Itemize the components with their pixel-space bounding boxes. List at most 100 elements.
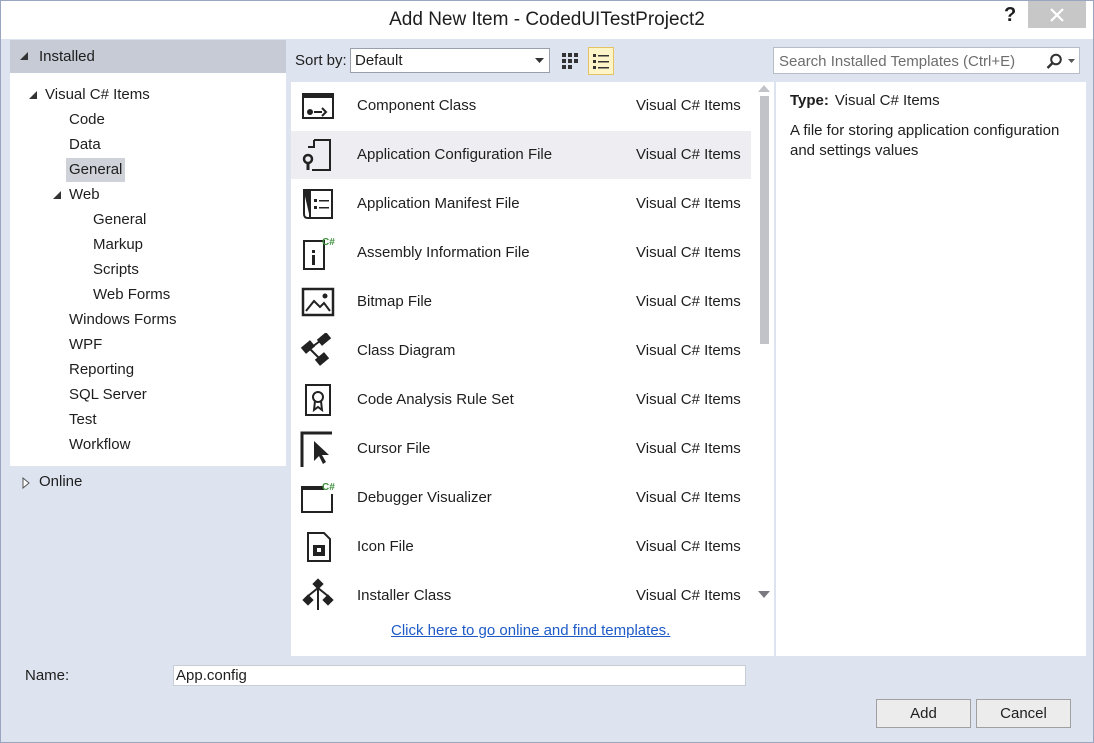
expand-triangle-icon[interactable] <box>52 190 62 200</box>
template-language: Visual C# Items <box>636 440 741 457</box>
template-row[interactable]: Code Analysis Rule Set Visual C# Items <box>291 376 751 424</box>
rule-set-icon <box>305 384 331 416</box>
bitmap-file-icon <box>301 287 335 317</box>
template-detail-pane: Type: Visual C# Items A file for storing … <box>776 82 1086 656</box>
manifest-file-icon <box>303 189 333 219</box>
grid-view-icon <box>562 53 578 69</box>
template-type: Type: Visual C# Items <box>790 92 940 109</box>
svg-text:C#: C# <box>322 237 335 248</box>
template-row[interactable]: Installer Class Visual C# Items <box>291 572 751 620</box>
add-button[interactable]: Add <box>876 699 971 728</box>
close-button[interactable] <box>1028 1 1086 28</box>
template-language: Visual C# Items <box>636 195 741 212</box>
template-row[interactable]: Application Manifest File Visual C# Item… <box>291 180 751 228</box>
online-node[interactable]: Online <box>39 473 82 490</box>
component-class-icon <box>302 93 334 119</box>
installer-class-icon <box>302 578 334 610</box>
help-button[interactable]: ? <box>1004 4 1016 27</box>
config-file-icon <box>302 139 331 171</box>
template-language: Visual C# Items <box>636 293 741 310</box>
template-name: Debugger Visualizer <box>357 489 492 506</box>
chevron-down-icon <box>535 58 544 63</box>
tree-node-web[interactable]: Web <box>69 183 100 207</box>
type-label: Type: <box>790 92 829 109</box>
tree-node-scripts[interactable]: Scripts <box>93 258 139 282</box>
template-name: Assembly Information File <box>357 244 530 261</box>
svg-text:C#: C# <box>322 482 335 493</box>
template-name: Application Manifest File <box>357 195 520 212</box>
tree-node-web-forms[interactable]: Web Forms <box>93 283 170 307</box>
title-bar: Add New Item - CodedUITestProject2 ? <box>1 1 1093 39</box>
expand-triangle-icon[interactable] <box>28 90 38 100</box>
sort-by-value: Default <box>355 52 403 69</box>
template-row[interactable]: Icon File Visual C# Items <box>291 523 751 571</box>
tree-node-visual-csharp-items[interactable]: Visual C# Items <box>45 83 150 107</box>
search-placeholder: Search Installed Templates (Ctrl+E) <box>779 53 1016 70</box>
online-templates-link[interactable]: Click here to go online and find templat… <box>391 622 670 639</box>
assembly-info-icon: C# <box>303 237 335 270</box>
template-name: Code Analysis Rule Set <box>357 391 514 408</box>
template-language: Visual C# Items <box>636 146 741 163</box>
tree-node-wpf[interactable]: WPF <box>69 333 102 357</box>
template-language: Visual C# Items <box>636 342 741 359</box>
template-name: Installer Class <box>357 587 452 604</box>
tree-node-reporting[interactable]: Reporting <box>69 358 134 382</box>
tree-node-data[interactable]: Data <box>69 133 101 157</box>
expand-arrow-icon[interactable] <box>22 477 30 489</box>
template-row[interactable]: Application Configuration File Visual C#… <box>291 131 751 179</box>
template-language: Visual C# Items <box>636 97 741 114</box>
name-input[interactable] <box>173 665 746 686</box>
tree-node-windows-forms[interactable]: Windows Forms <box>69 308 177 332</box>
add-new-item-dialog: Add New Item - CodedUITestProject2 ? Ins… <box>0 0 1094 743</box>
sort-by-select[interactable]: Default <box>350 48 550 73</box>
cursor-file-icon <box>300 431 332 467</box>
template-name: Cursor File <box>357 440 431 457</box>
template-language: Visual C# Items <box>636 587 741 604</box>
tree-node-code[interactable]: Code <box>69 108 105 132</box>
window-title: Add New Item - CodedUITestProject2 <box>389 9 705 30</box>
list-view-icon <box>593 54 609 69</box>
installed-label: Installed <box>39 48 95 65</box>
tree-node-test[interactable]: Test <box>69 408 97 432</box>
collapse-triangle-icon <box>20 52 28 60</box>
category-tree: Visual C# Items Code Data General Web Ge… <box>10 73 286 466</box>
tree-node-web-general[interactable]: General <box>93 208 146 232</box>
tree-node-workflow[interactable]: Workflow <box>69 433 130 457</box>
debugger-visualizer-icon: C# <box>301 482 335 513</box>
template-language: Visual C# Items <box>636 489 741 506</box>
template-row[interactable]: Bitmap File Visual C# Items <box>291 278 751 326</box>
template-name: Icon File <box>357 538 414 555</box>
template-language: Visual C# Items <box>636 391 741 408</box>
cancel-button[interactable]: Cancel <box>976 699 1071 728</box>
search-icon[interactable] <box>1046 53 1063 70</box>
icon-file-icon <box>307 532 331 562</box>
sort-by-label: Sort by: <box>295 52 347 69</box>
list-view-button[interactable] <box>588 47 614 75</box>
tree-node-sql-server[interactable]: SQL Server <box>69 383 147 407</box>
template-name: Class Diagram <box>357 342 456 359</box>
scroll-up-icon[interactable] <box>758 85 770 92</box>
template-name: Component Class <box>357 97 477 114</box>
template-row[interactable]: Class Diagram Visual C# Items <box>291 327 751 375</box>
template-language: Visual C# Items <box>636 538 741 555</box>
scroll-down-icon[interactable] <box>758 591 770 598</box>
template-row[interactable]: C# Assembly Information File Visual C# I… <box>291 229 751 277</box>
installed-header[interactable]: Installed <box>10 40 286 73</box>
search-templates-input[interactable]: Search Installed Templates (Ctrl+E) <box>773 47 1080 74</box>
type-value: Visual C# Items <box>834 92 940 109</box>
medium-icons-view-button[interactable] <box>557 47 583 75</box>
chevron-down-icon[interactable] <box>1068 59 1075 63</box>
template-row[interactable]: C# Debugger Visualizer Visual C# Items <box>291 474 751 522</box>
template-description: A file for storing application configura… <box>790 122 1060 159</box>
template-name: Application Configuration File <box>357 146 553 163</box>
template-categories-pane: Installed Visual C# Items Code Data Gene… <box>10 40 286 656</box>
close-icon <box>1050 7 1064 22</box>
name-label: Name: <box>25 667 70 684</box>
tree-node-general[interactable]: General <box>66 158 126 182</box>
class-diagram-icon <box>300 333 332 366</box>
template-language: Visual C# Items <box>636 244 741 261</box>
scrollbar-thumb[interactable] <box>760 96 769 344</box>
tree-node-markup[interactable]: Markup <box>93 233 143 257</box>
template-row[interactable]: Component Class Visual C# Items <box>291 82 751 130</box>
template-row[interactable]: Cursor File Visual C# Items <box>291 425 751 473</box>
